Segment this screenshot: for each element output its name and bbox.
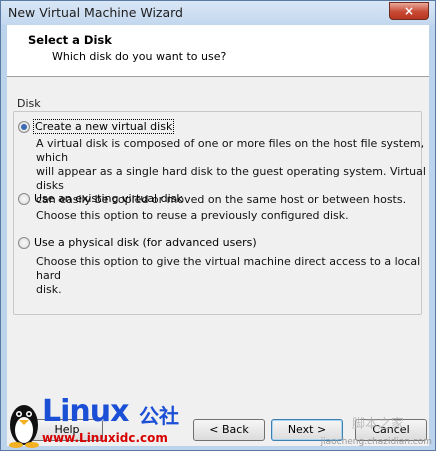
wizard-header: Select a Disk Which disk do you want to …	[7, 25, 429, 77]
disk-group-label: Disk	[17, 97, 41, 110]
close-button[interactable]: ×	[389, 2, 429, 20]
option-label-use-existing-disk[interactable]: Use an existing virtual disk	[34, 192, 183, 205]
description-line: disk.	[36, 283, 62, 296]
watermark-title: 脚本之家	[352, 417, 405, 432]
logo-url: www.Linuxidc.com	[42, 431, 168, 445]
window-title: New Virtual Machine Wizard	[8, 5, 183, 20]
close-icon: ×	[403, 4, 415, 18]
option-description-use-physical-disk: Choose this option to give the virtual m…	[36, 255, 429, 297]
radio-create-new-disk[interactable]	[18, 120, 30, 133]
page-subtitle: Which disk do you want to use?	[52, 50, 227, 63]
logo-word: Linux	[42, 394, 129, 429]
description-line: Choose this option to give the virtual m…	[36, 255, 421, 282]
radio-use-existing-disk[interactable]	[18, 192, 30, 205]
option-use-existing-disk[interactable]: Use an existing virtual disk	[18, 192, 183, 205]
option-use-physical-disk[interactable]: Use a physical disk (for advanced users)	[18, 236, 257, 249]
logo-suffix: 公社	[139, 404, 179, 428]
option-label-use-physical-disk[interactable]: Use a physical disk (for advanced users)	[34, 236, 257, 249]
wizard-window: New Virtual Machine Wizard × Select a Di…	[0, 0, 436, 451]
description-line: A virtual disk is composed of one or mor…	[36, 137, 425, 164]
description-line: Choose this option to reuse a previously…	[36, 209, 349, 222]
wizard-client-area: Select a Disk Which disk do you want to …	[7, 25, 429, 446]
linuxidc-logo: Linux 公社 www.Linuxidc.com	[2, 392, 190, 450]
radio-use-physical-disk[interactable]	[18, 236, 30, 249]
back-button[interactable]: < Back	[193, 419, 265, 441]
option-label-create-new-disk[interactable]: Create a new virtual disk	[32, 119, 175, 134]
option-description-use-existing-disk: Choose this option to reuse a previously…	[36, 209, 349, 223]
option-create-new-disk[interactable]: Create a new virtual disk	[18, 119, 175, 134]
description-line: will appear as a single hard disk to the…	[36, 165, 426, 192]
watermark-url: jiaocheng.chazidian.com	[320, 437, 432, 447]
title-bar[interactable]: New Virtual Machine Wizard ×	[1, 1, 435, 25]
page-title: Select a Disk	[28, 33, 112, 47]
